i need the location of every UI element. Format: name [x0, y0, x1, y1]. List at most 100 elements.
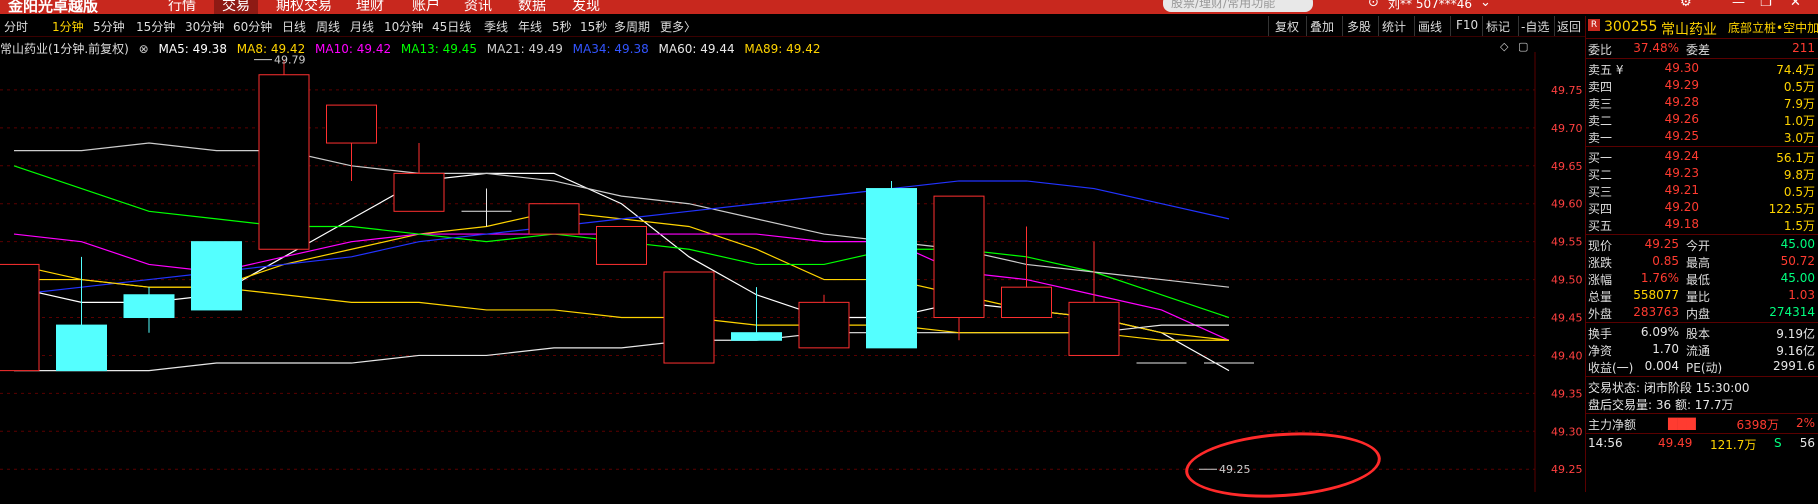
- ask-volume: 3.0万: [1783, 131, 1815, 145]
- annotation-label: 49.79: [274, 54, 306, 67]
- period-tab-5min[interactable]: 5分钟: [93, 18, 125, 35]
- stat-label: 净资: [1588, 344, 1613, 358]
- menu-item-trade[interactable]: 交易: [214, 0, 258, 14]
- period-tab-45day[interactable]: 45日线: [432, 18, 471, 35]
- main-flow-value: 6398万: [1736, 418, 1779, 432]
- ask-row: 卖一 49.25 3.0万: [1586, 128, 1818, 145]
- tool-draw-line[interactable]: 画线: [1418, 18, 1442, 35]
- period-tab-5sec[interactable]: 5秒: [552, 18, 572, 35]
- stat-label: 现价: [1588, 239, 1613, 253]
- tool-remove-watchlist[interactable]: -自选: [1521, 18, 1549, 35]
- period-tab-60min[interactable]: 60分钟: [233, 18, 272, 35]
- menu-item-news[interactable]: 资讯: [464, 0, 492, 14]
- bid-price: 49.20: [1664, 200, 1699, 214]
- period-tab-timeshare[interactable]: 分时: [4, 18, 28, 35]
- period-tab-week[interactable]: 周线: [316, 18, 340, 35]
- chevron-down-icon[interactable]: ⌄: [1480, 0, 1491, 10]
- search-input[interactable]: 股票/理财/常用功能: [1163, 0, 1313, 12]
- stat2-row: 净资 1.70 流通 9.16亿: [1586, 341, 1818, 358]
- bid-row: 买四 49.20 122.5万: [1586, 199, 1818, 216]
- trade-status-row: 交易状态: 闭市阶段 15:30:00: [1586, 378, 1818, 395]
- tool-f10[interactable]: F10: [1456, 18, 1478, 32]
- tool-back[interactable]: 返回: [1557, 18, 1581, 35]
- panel-divider: [1586, 234, 1818, 235]
- close-icon[interactable]: ✕: [1790, 0, 1801, 10]
- menu-item-options[interactable]: 期权交易: [276, 0, 332, 14]
- menu-item-quotes[interactable]: 行情: [168, 0, 196, 14]
- ask-price: 49.28: [1664, 95, 1699, 109]
- stat-label-2: 最低: [1686, 273, 1711, 287]
- ask-label: 卖四: [1588, 80, 1613, 94]
- main-flow-row: 主力净额 ▇▇▇ 6398万 2%: [1586, 415, 1818, 432]
- tool-multi-stock[interactable]: 多股: [1347, 18, 1371, 35]
- tool-statistics[interactable]: 统计: [1382, 18, 1406, 35]
- ask-price: 49.25: [1664, 129, 1699, 143]
- stat-value: 1.70: [1652, 342, 1679, 356]
- minimize-icon[interactable]: —: [1732, 0, 1745, 10]
- menu-item-discover[interactable]: 发现: [572, 0, 600, 14]
- candlestick-chart[interactable]: 49.75 49.70 49.65 49.60 49.55 49.50 49.45 49.40…: [0, 52, 1585, 492]
- candle-body: [798, 301, 850, 349]
- candle-body: [191, 241, 242, 311]
- bid-price: 49.24: [1664, 149, 1699, 163]
- ask-row: 卖四 49.29 0.5万: [1586, 77, 1818, 94]
- menu-item-wealth[interactable]: 理财: [356, 0, 384, 14]
- period-tab-season[interactable]: 季线: [484, 18, 508, 35]
- candle-body: [393, 172, 445, 212]
- after-hours-volume: 盘后交易量: 36 额: 17.7万: [1588, 398, 1734, 412]
- y-tick-label: 49.60: [1551, 198, 1583, 211]
- tool-overlay[interactable]: 叠加: [1310, 18, 1334, 35]
- tool-mark[interactable]: 标记: [1486, 18, 1510, 35]
- candle-body: [258, 74, 310, 250]
- stat-value-2: 50.72: [1780, 254, 1815, 268]
- period-tab-30min[interactable]: 30分钟: [185, 18, 224, 35]
- stat-label-2: 内盘: [1686, 307, 1711, 321]
- quote-panel: R 300255 常山药业 底部立桩•空中加 委比 37.48% 委差 211 卖五 ¥…: [1585, 16, 1818, 492]
- period-tab-1min[interactable]: 1分钟: [52, 18, 84, 35]
- stat-value: 49.25: [1644, 237, 1679, 251]
- ask-row: 卖二 49.26 1.0万: [1586, 111, 1818, 128]
- y-tick-label: 49.50: [1551, 274, 1583, 287]
- bid-row: 买一 49.24 56.1万: [1586, 148, 1818, 165]
- bid-label: 买三: [1588, 185, 1613, 199]
- panel-divider: [1586, 58, 1818, 59]
- period-tab-15min[interactable]: 15分钟: [136, 18, 175, 35]
- panel-divider: [1586, 433, 1818, 434]
- bid-label: 买一: [1588, 151, 1613, 165]
- stock-code: 300255: [1604, 19, 1658, 35]
- period-tab-more[interactable]: 更多〉: [660, 18, 696, 35]
- main-flow-bar: ▇▇▇: [1668, 416, 1696, 430]
- restore-icon[interactable]: ❐: [1760, 0, 1772, 10]
- stat-value-2: 9.19亿: [1776, 327, 1815, 341]
- period-tab-year[interactable]: 年线: [518, 18, 542, 35]
- candle-body: [56, 324, 107, 372]
- period-tab-15sec[interactable]: 15秒: [580, 18, 607, 35]
- period-tab-10min[interactable]: 10分钟: [384, 18, 423, 35]
- period-tab-month[interactable]: 月线: [350, 18, 374, 35]
- ask-volume: 1.0万: [1783, 114, 1815, 128]
- stat-label-2: 最高: [1686, 256, 1711, 270]
- stock-tag: 底部立桩•空中加: [1728, 21, 1818, 35]
- tool-rights-adjust[interactable]: 复权: [1275, 18, 1299, 35]
- tick-volume: 121.7万: [1710, 438, 1757, 452]
- menu-item-data[interactable]: 数据: [518, 0, 546, 14]
- ma-line-ma60: [14, 324, 1229, 372]
- stat-row: 外盘 283763 内盘 274314: [1586, 304, 1818, 321]
- period-tab-multi[interactable]: 多周期: [614, 18, 650, 35]
- candle-body: [596, 225, 647, 265]
- user-icon[interactable]: ⊙: [1368, 0, 1379, 10]
- panel-divider: [1586, 376, 1818, 377]
- candle-body: [1001, 286, 1052, 319]
- stat-value: 283763: [1633, 305, 1679, 319]
- period-tab-day[interactable]: 日线: [282, 18, 306, 35]
- y-tick-label: 49.75: [1551, 84, 1583, 97]
- quote-header: R 300255 常山药业 底部立桩•空中加: [1586, 16, 1818, 39]
- user-account[interactable]: 刘** 507***46: [1388, 0, 1472, 12]
- bid-volume: 122.5万: [1768, 202, 1815, 216]
- settings-icon[interactable]: ⚙: [1680, 0, 1692, 10]
- stat-label: 涨跌: [1588, 256, 1613, 270]
- stat-value: 558077: [1633, 288, 1679, 302]
- ask-price: 49.29: [1664, 78, 1699, 92]
- menu-item-account[interactable]: 账户: [412, 0, 440, 14]
- tick-direction: S: [1774, 436, 1782, 450]
